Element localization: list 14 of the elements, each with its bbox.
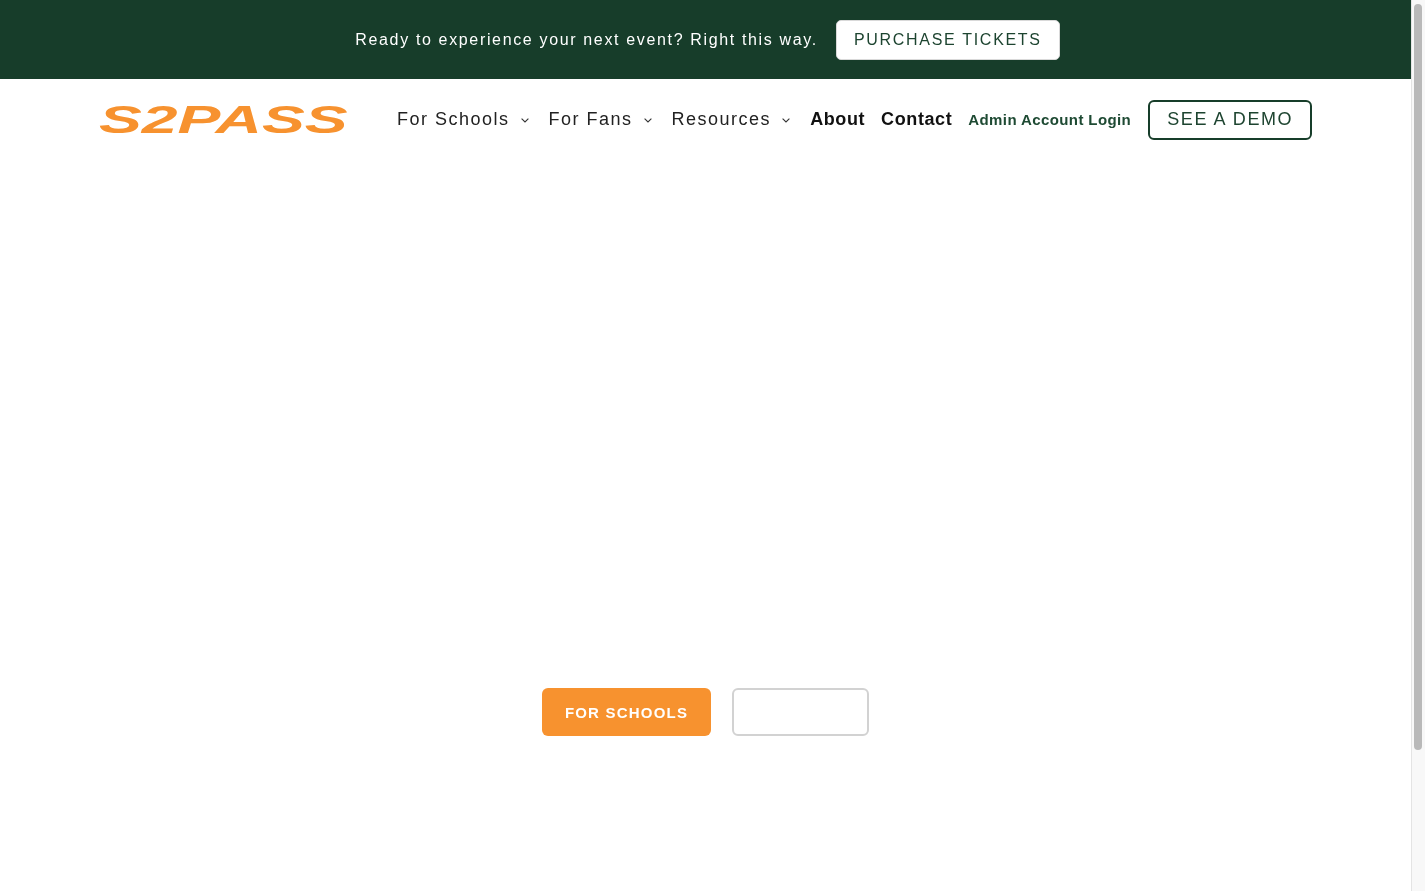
nav-dropdown[interactable]: For Schools xyxy=(397,109,529,130)
chevron-down-icon xyxy=(643,118,652,123)
nav-link[interactable]: About xyxy=(810,109,866,130)
see-demo-button[interactable]: SEE A DEMO xyxy=(1148,99,1313,140)
chevron-down-icon xyxy=(520,118,529,123)
nav-dropdown[interactable]: For Fans xyxy=(548,109,652,130)
scrollbar-thumb[interactable] xyxy=(1414,4,1422,750)
admin-login-link[interactable]: Admin Account Login xyxy=(968,111,1132,128)
nav-link[interactable]: Contact xyxy=(881,109,953,130)
nav-dropdown[interactable]: Resources xyxy=(671,109,791,130)
announcement-text: Ready to experience your next event? Right this way. xyxy=(355,30,818,49)
purchase-tickets-button[interactable]: PURCHASE TICKETS xyxy=(835,19,1060,60)
chevron-down-icon xyxy=(782,118,791,123)
empty-outline-button[interactable] xyxy=(732,688,870,736)
